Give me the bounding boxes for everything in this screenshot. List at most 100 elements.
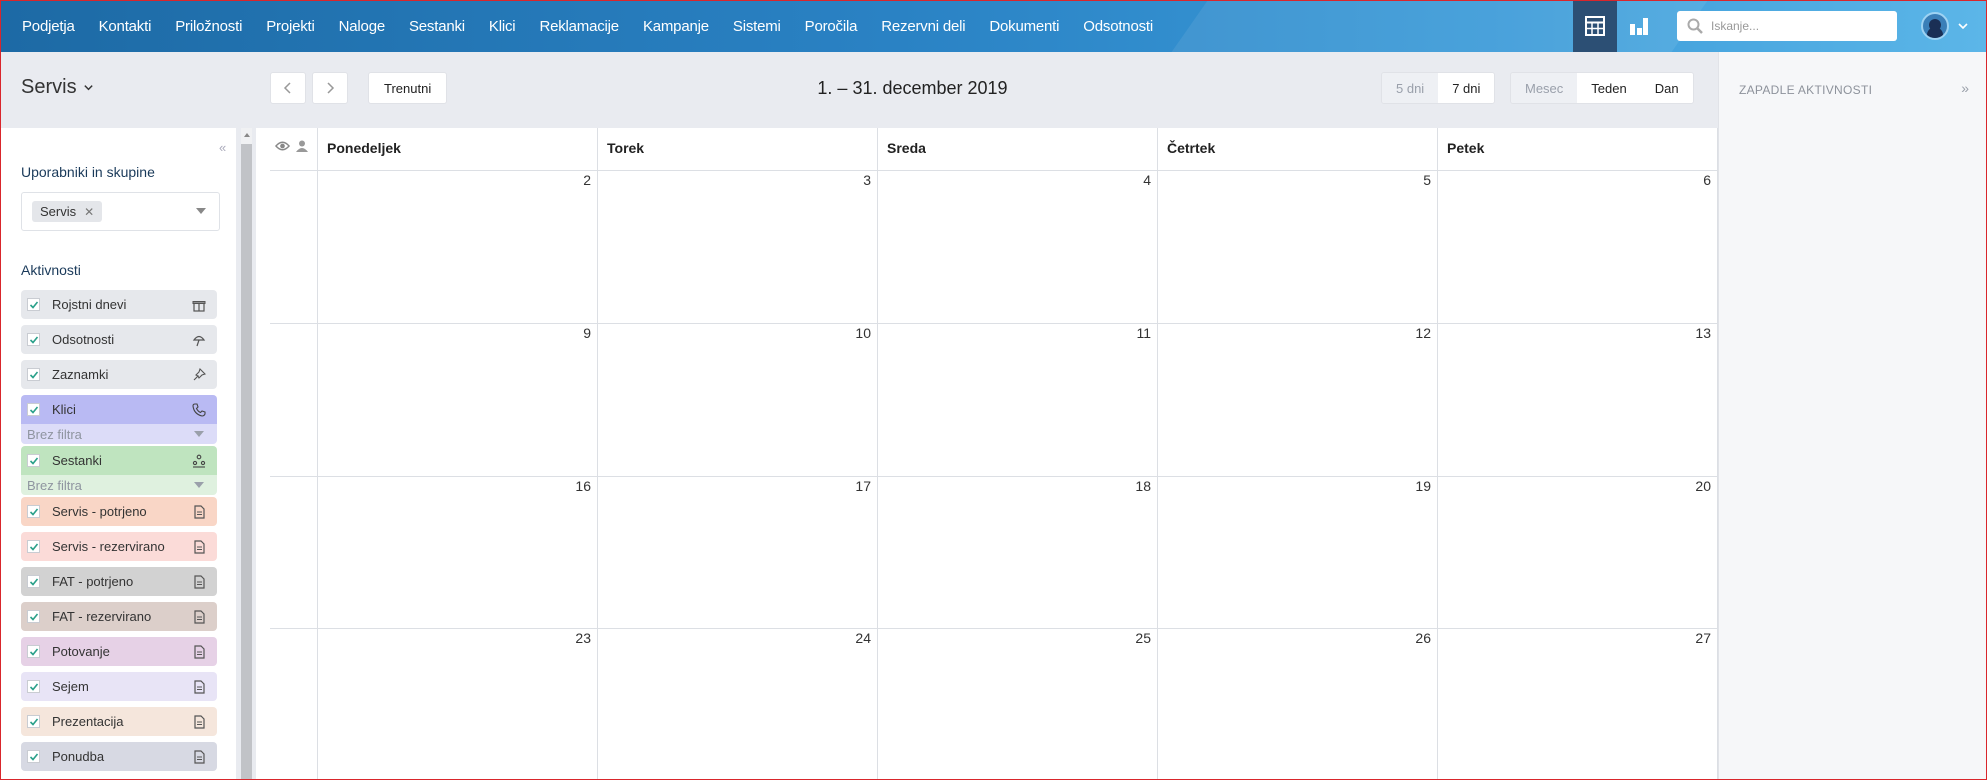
activity-ponudba[interactable]: Ponudba	[21, 742, 217, 771]
month-view-button[interactable]: Mesec	[1511, 73, 1578, 103]
nav-item-projekti[interactable]: Projekti	[254, 18, 326, 35]
user-menu[interactable]	[1921, 12, 1969, 40]
activity-checkbox[interactable]	[27, 454, 40, 467]
nav-item-priloznosti[interactable]: Priložnosti	[163, 18, 254, 35]
nav-item-rezervni-deli[interactable]: Rezervni deli	[869, 18, 977, 35]
document-icon	[194, 504, 205, 519]
activity-checkbox[interactable]	[27, 368, 40, 381]
nav-item-sestanki[interactable]: Sestanki	[397, 18, 477, 35]
activity-checkbox[interactable]	[27, 575, 40, 588]
day-cell[interactable]	[1158, 477, 1436, 627]
document-icon	[194, 574, 205, 589]
activity-filter-select[interactable]: Brez filtra	[21, 424, 217, 444]
activity-checkbox[interactable]	[27, 645, 40, 658]
activity-filter-select[interactable]: Brez filtra	[21, 475, 217, 495]
reports-button[interactable]	[1617, 0, 1661, 52]
day-number: 10	[855, 325, 871, 341]
activity-prezentacija[interactable]: Prezentacija	[21, 707, 217, 736]
nav-item-naloge[interactable]: Naloge	[327, 18, 397, 35]
search-box[interactable]	[1677, 11, 1897, 41]
activity-checkbox[interactable]	[27, 715, 40, 728]
seven-days-button[interactable]: 7 dni	[1438, 73, 1495, 103]
scrollbar-thumb[interactable]	[241, 144, 252, 780]
activity-checkbox[interactable]	[27, 505, 40, 518]
activity-label: Odsotnosti	[52, 332, 115, 347]
day-cell[interactable]	[1438, 324, 1716, 474]
nav-item-porocila[interactable]: Poročila	[793, 18, 870, 35]
day-cell[interactable]	[1158, 171, 1436, 321]
day-cell[interactable]	[878, 629, 1156, 779]
checkmark-icon	[29, 577, 38, 586]
remove-chip-icon[interactable]: ✕	[84, 205, 94, 219]
day-cell[interactable]	[1158, 629, 1436, 779]
eye-icon[interactable]	[275, 140, 290, 152]
nav-item-sistemi[interactable]: Sistemi	[721, 18, 793, 35]
nav-item-reklamacije[interactable]: Reklamacije	[527, 18, 631, 35]
users-groups-select[interactable]: Servis ✕	[21, 192, 220, 231]
day-cell[interactable]	[878, 171, 1156, 321]
day-cell[interactable]	[1438, 477, 1716, 627]
activity-zaznamki[interactable]: Zaznamki	[21, 360, 217, 389]
activity-checkbox[interactable]	[27, 403, 40, 416]
activity-label: Rojstni dnevi	[52, 297, 127, 312]
sidebar-scrollbar[interactable]	[241, 128, 252, 780]
nav-item-podjetja[interactable]: Podjetja	[10, 18, 87, 35]
day-cell[interactable]	[1158, 324, 1436, 474]
user-icon[interactable]	[296, 140, 308, 152]
activity-rojstni-dnevi[interactable]: Rojstni dnevi	[21, 290, 217, 319]
activity-potovanje[interactable]: Potovanje	[21, 637, 217, 666]
day-number: 27	[1695, 630, 1711, 646]
activity-odsotnosti[interactable]: Odsotnosti	[21, 325, 217, 354]
search-input[interactable]	[1711, 19, 1881, 33]
nav-item-dokumenti[interactable]: Dokumenti	[977, 18, 1071, 35]
activity-sestanki[interactable]: Sestanki	[21, 446, 217, 475]
week-view-button[interactable]: Teden	[1577, 73, 1641, 103]
calendar-view-button[interactable]	[1573, 0, 1617, 52]
activity-servis-potrjeno[interactable]: Servis - potrjeno	[21, 497, 217, 526]
activity-checkbox[interactable]	[27, 750, 40, 763]
activity-sejem[interactable]: Sejem	[21, 672, 217, 701]
activity-checkbox[interactable]	[27, 333, 40, 346]
five-days-button[interactable]: 5 dni	[1382, 73, 1439, 103]
activity-checkbox[interactable]	[27, 298, 40, 311]
checkmark-icon	[29, 542, 38, 551]
collapse-panel-icon[interactable]: »	[1961, 80, 1969, 96]
activity-checkbox[interactable]	[27, 540, 40, 553]
day-cell[interactable]	[1438, 629, 1716, 779]
avatar[interactable]	[1921, 12, 1949, 40]
day-view-button[interactable]: Dan	[1640, 73, 1693, 103]
day-header: Četrtek	[1167, 140, 1216, 156]
activity-servis-rezervirano[interactable]: Servis - rezervirano	[21, 532, 217, 561]
document-icon	[194, 609, 205, 624]
activity-label: Zaznamki	[52, 367, 109, 382]
day-cell[interactable]	[598, 629, 876, 779]
activity-checkbox[interactable]	[27, 680, 40, 693]
overdue-title: ZAPADLE AKTIVNOSTI	[1739, 83, 1873, 97]
checkmark-icon	[29, 507, 38, 516]
day-cell[interactable]	[598, 171, 876, 321]
activity-fat-rezervirano[interactable]: FAT - rezervirano	[21, 602, 217, 631]
activity-fat-potrjeno[interactable]: FAT - potrjeno	[21, 567, 217, 596]
day-cell[interactable]	[1438, 171, 1716, 321]
umbrella-icon	[192, 335, 206, 346]
filter-label: Brez filtra	[27, 426, 82, 442]
collapse-sidebar-icon[interactable]: «	[219, 140, 226, 155]
day-cell[interactable]	[598, 477, 876, 627]
nav-item-odsotnosti[interactable]: Odsotnosti	[1071, 18, 1165, 35]
activities-title: Aktivnosti	[21, 262, 81, 278]
day-cell[interactable]	[318, 324, 596, 474]
dropdown-arrow-icon[interactable]	[196, 208, 206, 214]
day-cell[interactable]	[318, 629, 596, 779]
day-cell[interactable]	[878, 477, 1156, 627]
day-cell[interactable]	[318, 171, 596, 321]
nav-item-klici[interactable]: Klici	[477, 18, 528, 35]
nav-item-kampanje[interactable]: Kampanje	[631, 18, 721, 35]
day-cell[interactable]	[878, 324, 1156, 474]
day-cell[interactable]	[318, 477, 596, 627]
users-groups-title: Uporabniki in skupine	[21, 164, 155, 180]
day-cell[interactable]	[598, 324, 876, 474]
activity-klici[interactable]: Klici	[21, 395, 217, 424]
activity-checkbox[interactable]	[27, 610, 40, 623]
nav-item-kontakti[interactable]: Kontakti	[87, 18, 164, 35]
scroll-up-icon[interactable]	[244, 133, 250, 137]
